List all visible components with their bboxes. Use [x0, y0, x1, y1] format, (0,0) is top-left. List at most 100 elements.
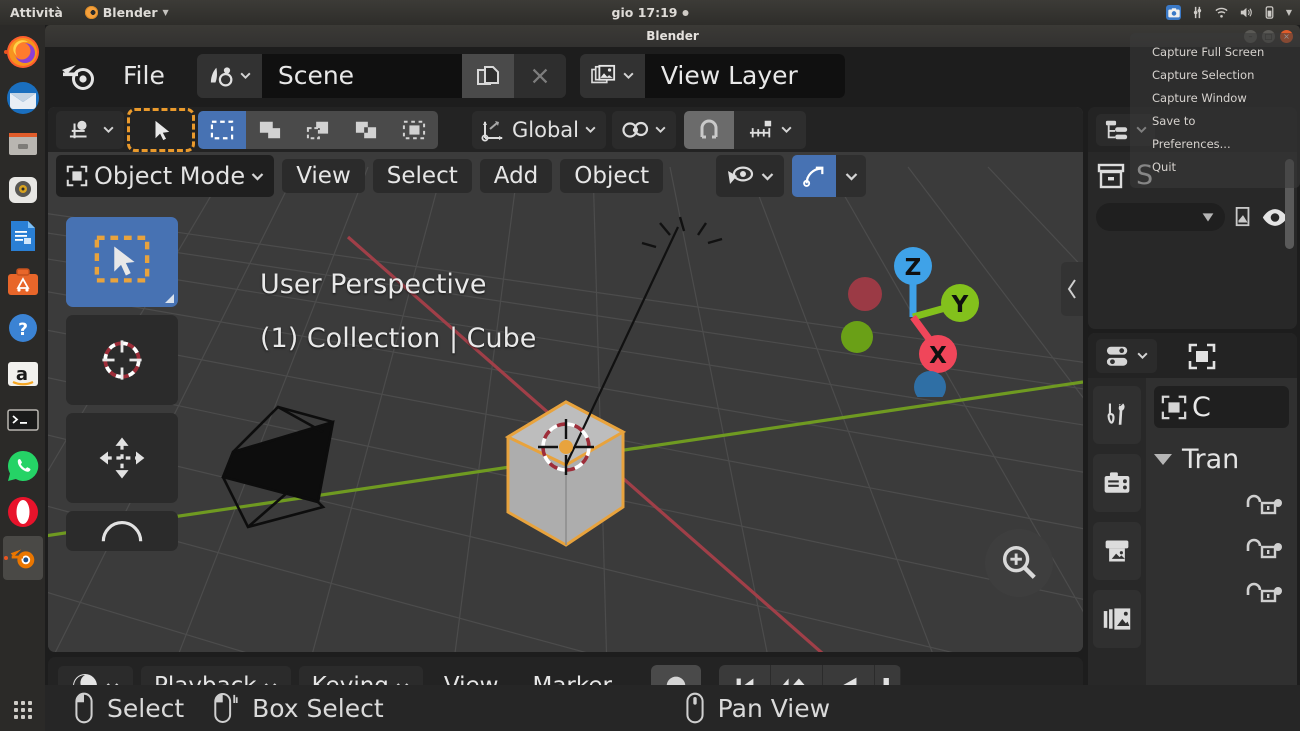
lock-open-icon[interactable]: [1242, 581, 1289, 607]
dock-item-amazon[interactable]: a: [3, 352, 43, 396]
properties-tab-output[interactable]: [1093, 522, 1141, 580]
remove-scene-button[interactable]: [513, 53, 566, 98]
viewport-toolbar-row2: Object Mode View Select Add Object: [48, 152, 1083, 200]
tool-move[interactable]: [66, 413, 178, 503]
close-button[interactable]: ×: [1280, 29, 1293, 43]
object-name-field[interactable]: C: [1154, 386, 1289, 428]
dock-item-files[interactable]: [3, 122, 43, 166]
settings-icon[interactable]: [1190, 5, 1205, 20]
select-mode-invert[interactable]: [342, 110, 390, 149]
select-mode-intersect[interactable]: [390, 110, 438, 149]
dock-item-thunderbird[interactable]: [3, 76, 43, 120]
outliner-header: [1088, 107, 1297, 152]
outliner-scene-row[interactable]: S: [1088, 152, 1297, 199]
window-controls: – □ ×: [1244, 29, 1293, 43]
outliner-search-field[interactable]: [1096, 203, 1225, 231]
gizmo-dropdown-button[interactable]: [836, 155, 867, 197]
file-menu[interactable]: File: [105, 56, 183, 95]
dock-item-whatsapp[interactable]: [3, 444, 43, 488]
scene-name-field[interactable]: Scene: [261, 53, 462, 98]
show-gizmo-button[interactable]: [792, 155, 837, 197]
transform-orientation-button[interactable]: Global: [472, 110, 606, 149]
pivot-point-button[interactable]: [612, 110, 676, 149]
gizmo-y-negative: [841, 321, 873, 353]
transform-panel-header[interactable]: Tran: [1154, 444, 1289, 475]
dock-item-libreoffice-writer[interactable]: [3, 214, 43, 258]
tool-tweak-select-box[interactable]: [66, 217, 178, 307]
lock-open-icon[interactable]: [1242, 493, 1289, 519]
outliner-scrollbar[interactable]: [1285, 159, 1294, 249]
wifi-icon[interactable]: [1214, 5, 1229, 20]
zoom-magnifier-icon: [1002, 546, 1036, 579]
snap-toggle-button[interactable]: [684, 110, 734, 149]
active-tool-button[interactable]: [127, 107, 195, 152]
clock-button[interactable]: gio 17:19: [612, 5, 689, 20]
minimize-button[interactable]: –: [1244, 29, 1257, 43]
properties-main-panel: C Tran: [1146, 378, 1297, 715]
activities-button[interactable]: Attività: [10, 5, 63, 20]
sidebar-collapse-button[interactable]: [1061, 262, 1083, 316]
properties-editor-type-button[interactable]: [1096, 338, 1157, 373]
whatsapp-icon: [6, 449, 40, 483]
add-menu[interactable]: Add: [479, 159, 553, 193]
snapping-group: [684, 110, 806, 149]
tool-cursor[interactable]: [66, 315, 178, 405]
amazon-icon: a: [6, 357, 40, 391]
maximize-button[interactable]: □: [1262, 29, 1275, 43]
properties-tab-tool[interactable]: [1093, 386, 1141, 444]
select-mode-subtract[interactable]: [294, 110, 342, 149]
viewport-zoom-button[interactable]: [985, 529, 1053, 597]
select-menu[interactable]: Select: [372, 159, 472, 193]
properties-tab-render[interactable]: [1093, 454, 1141, 512]
blender-app-icon: [84, 6, 98, 19]
view-menu[interactable]: View: [282, 159, 365, 193]
dock-item-terminal[interactable]: [3, 398, 43, 442]
volume-icon[interactable]: [1238, 5, 1253, 20]
navigation-gizmo[interactable]: Z Y X: [833, 237, 993, 397]
object-menu[interactable]: Object: [560, 159, 664, 193]
scene-browse-button[interactable]: [196, 53, 262, 98]
printer-icon: [1105, 540, 1129, 562]
cursor-tool-icon: [102, 340, 142, 380]
chevron-down-icon[interactable]: ▼: [1286, 8, 1292, 17]
show-applications-button[interactable]: [13, 701, 32, 719]
battery-icon[interactable]: [1262, 5, 1277, 20]
chevron-down-icon: [585, 126, 596, 134]
properties-object-icon[interactable]: [1187, 342, 1217, 370]
properties-tab-view-layer[interactable]: [1093, 590, 1141, 648]
tool-rotate[interactable]: [66, 511, 178, 551]
outliner-render-visibility-icon[interactable]: [1233, 205, 1253, 229]
dock-item-ubuntu-software[interactable]: [3, 260, 43, 304]
viewport-3d: User Perspective (1) Collection | Cube G…: [48, 107, 1083, 652]
libreoffice-writer-icon: [6, 219, 40, 253]
chevron-down-icon: [623, 72, 634, 80]
window-title: Blender: [646, 29, 699, 43]
visibility-dropdown-button[interactable]: [716, 155, 785, 197]
dock-item-help[interactable]: ?: [3, 306, 43, 350]
app-menu-button[interactable]: Blender ▼: [84, 5, 169, 20]
select-mode-extend[interactable]: [246, 110, 294, 149]
notification-dot-icon: [682, 9, 689, 16]
snap-target-button[interactable]: [734, 110, 806, 149]
blender-logo-icon[interactable]: [53, 56, 105, 96]
dock-item-opera[interactable]: [3, 490, 43, 534]
chevron-down-icon: [1136, 126, 1147, 134]
view-layer-name-field[interactable]: View Layer: [644, 53, 845, 98]
new-scene-button[interactable]: [461, 53, 514, 98]
view-layer-browse-button[interactable]: [579, 53, 645, 98]
dock-item-firefox[interactable]: [3, 30, 43, 74]
outliner-display-mode-button[interactable]: [1096, 113, 1155, 146]
clock-label: gio 17:19: [611, 5, 678, 20]
select-mode-set[interactable]: [198, 110, 246, 149]
copy-icon: [476, 65, 499, 85]
lock-open-icon[interactable]: [1242, 537, 1289, 563]
screenshot-icon[interactable]: [1165, 5, 1181, 20]
status-hint-box-select: Box Select: [212, 692, 384, 724]
outliner-filter-row: [1088, 199, 1297, 235]
dock-item-blender[interactable]: [2, 536, 43, 580]
chevron-down-icon: [655, 126, 666, 134]
dock-item-rhythmbox[interactable]: [3, 168, 43, 212]
mode-selector-button[interactable]: Object Mode: [56, 155, 275, 197]
editor-type-icon: [69, 120, 87, 138]
editor-type-button[interactable]: [56, 110, 124, 149]
